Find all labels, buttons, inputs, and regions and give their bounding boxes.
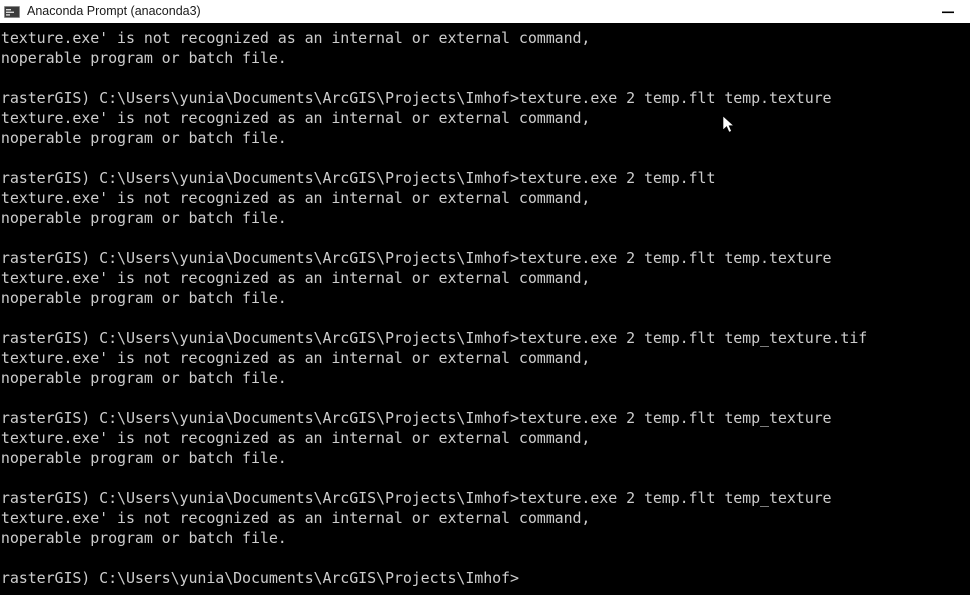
console-line: 'texture.exe' is not recognized as an in… (0, 29, 591, 47)
console-line: inoperable program or batch file. (0, 209, 287, 227)
console-line: 'texture.exe' is not recognized as an in… (0, 269, 591, 287)
console-line: (rasterGIS) C:\Users\yunia\Documents\Arc… (0, 169, 716, 187)
console-line: inoperable program or batch file. (0, 369, 287, 387)
console-line: 'texture.exe' is not recognized as an in… (0, 429, 591, 447)
console-line: (rasterGIS) C:\Users\yunia\Documents\Arc… (0, 329, 868, 347)
console-line: (rasterGIS) C:\Users\yunia\Documents\Arc… (0, 249, 832, 267)
terminal-output-area[interactable]: 'texture.exe' is not recognized as an in… (0, 23, 970, 595)
console-line: inoperable program or batch file. (0, 529, 287, 547)
console-line: 'texture.exe' is not recognized as an in… (0, 349, 591, 367)
console-line: 'texture.exe' is not recognized as an in… (0, 189, 591, 207)
console-line: inoperable program or batch file. (0, 49, 287, 67)
console-line: (rasterGIS) C:\Users\yunia\Documents\Arc… (0, 489, 832, 507)
minimize-button[interactable] (925, 0, 970, 23)
console-line: 'texture.exe' is not recognized as an in… (0, 109, 591, 127)
window-title: Anaconda Prompt (anaconda3) (27, 4, 201, 18)
caption-button-group (925, 0, 970, 23)
title-bar[interactable]: Anaconda Prompt (anaconda3) (0, 0, 970, 23)
console-text-buffer: 'texture.exe' is not recognized as an in… (0, 28, 970, 588)
console-line: (rasterGIS) C:\Users\yunia\Documents\Arc… (0, 569, 519, 587)
titlebar-drag-area[interactable] (201, 0, 925, 23)
console-line: (rasterGIS) C:\Users\yunia\Documents\Arc… (0, 89, 832, 107)
console-window-icon (4, 5, 20, 18)
console-line: 'texture.exe' is not recognized as an in… (0, 509, 591, 527)
minimize-icon (941, 11, 954, 13)
anaconda-prompt-window: Anaconda Prompt (anaconda3) 'texture.exe… (0, 0, 970, 595)
console-line: inoperable program or batch file. (0, 449, 287, 467)
console-line: (rasterGIS) C:\Users\yunia\Documents\Arc… (0, 409, 832, 427)
console-line: inoperable program or batch file. (0, 129, 287, 147)
console-line: inoperable program or batch file. (0, 289, 287, 307)
